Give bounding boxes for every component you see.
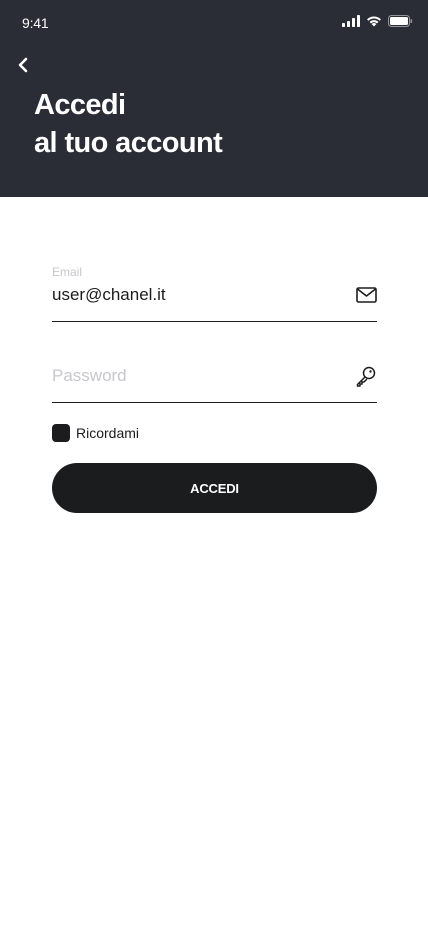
back-button[interactable] <box>12 56 34 78</box>
checkbox-box[interactable] <box>52 424 70 442</box>
email-input[interactable] <box>52 283 342 307</box>
battery-icon <box>388 14 413 32</box>
header: 9:41 Accedi al tuo account <box>0 0 428 197</box>
signal-icon <box>342 14 360 32</box>
key-icon <box>355 365 377 387</box>
page-title: Accedi al tuo account <box>34 86 414 162</box>
password-field <box>52 347 377 403</box>
remember-me-checkbox[interactable]: Ricordami <box>52 424 139 442</box>
email-label: Email <box>52 265 83 279</box>
envelope-icon <box>355 284 377 306</box>
wifi-icon <box>366 14 382 32</box>
email-field: Email <box>52 263 377 322</box>
chevron-left-icon <box>16 57 30 78</box>
remember-me-label: Ricordami <box>76 425 140 441</box>
password-input[interactable] <box>52 364 342 388</box>
status-icons <box>342 14 413 32</box>
status-bar: 9:41 <box>0 0 428 44</box>
status-time: 9:41 <box>22 15 49 31</box>
login-form: Email Ricordami ACCEDI <box>52 197 377 537</box>
page-title-line1: Accedi <box>34 89 126 121</box>
page-title-line2: al tuo account <box>34 127 223 159</box>
login-button[interactable]: ACCEDI <box>52 463 377 513</box>
